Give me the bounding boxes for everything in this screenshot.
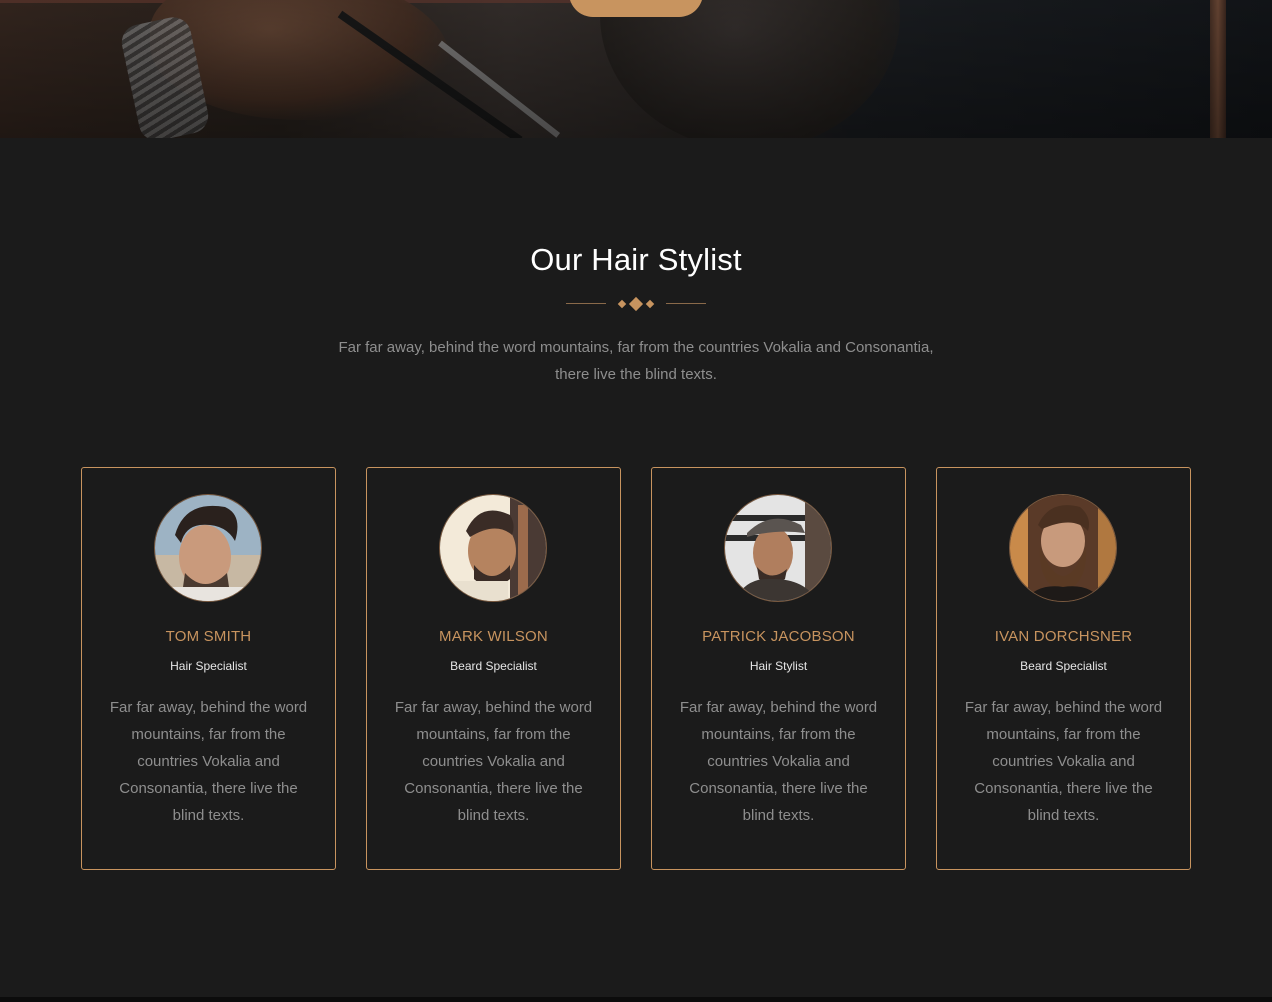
stylist-avatar [439,494,547,602]
stylist-card[interactable]: MARK WILSON Beard Specialist Far far awa… [366,467,621,870]
stylist-bio: Far far away, behind the word mountains,… [394,699,593,824]
title-divider [566,296,706,312]
hero-image [0,0,1272,138]
stylist-avatar [1009,494,1117,602]
stylist-bio: Far far away, behind the word mountains,… [109,699,308,824]
diamond-icon [628,296,644,312]
stylist-card[interactable]: PATRICK JACOBSON Hair Stylist Far far aw… [651,467,906,870]
stylist-name: PATRICK JACOBSON [702,628,855,645]
page: Our Hair Stylist Far far away, behind th… [0,0,1272,1002]
divider-line-left [566,303,606,304]
stylist-role: Hair Stylist [749,659,808,673]
diamond-small-icon [617,299,627,309]
stylist-role: Hair Specialist [170,659,247,673]
hero-overlay [0,0,1272,138]
stylist-name: IVAN DORCHSNER [994,628,1133,645]
stylist-avatar [724,494,832,602]
divider-line-right [666,303,706,304]
stylist-role: Beard Specialist [450,659,537,673]
diamond-small-icon [645,299,655,309]
section-title: Our Hair Stylist [530,242,742,277]
stylist-bio: Far far away, behind the word mountains,… [964,699,1163,824]
section-bottom-edge [0,997,1272,1002]
stylist-cards: TOM SMITH Hair Specialist Far far away, … [81,467,1191,870]
stylist-avatar [154,494,262,602]
stylist-card[interactable]: TOM SMITH Hair Specialist Far far away, … [81,467,336,870]
hero-cta-button[interactable] [569,0,703,17]
section-intro: Far far away, behind the word mountains,… [338,339,934,383]
stylist-name: TOM SMITH [165,628,252,645]
stylist-role: Beard Specialist [1020,659,1107,673]
stylist-card[interactable]: IVAN DORCHSNER Beard Specialist Far far … [936,467,1191,870]
stylist-bio: Far far away, behind the word mountains,… [679,699,878,824]
stylist-name: MARK WILSON [439,628,548,645]
